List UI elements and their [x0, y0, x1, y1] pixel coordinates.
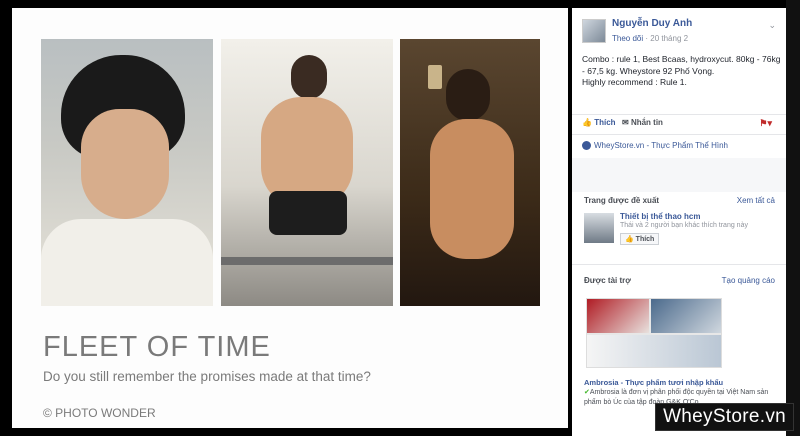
- photo-collage[interactable]: FLEET OF TIME Do you still remember the …: [12, 8, 568, 428]
- sponsored-heading: Được tài trợ: [584, 276, 631, 285]
- message-icon: ✉: [622, 118, 629, 127]
- post-text-line: Combo : rule 1, Best Bcaas, hydroxycut. …: [582, 54, 781, 76]
- like-label: Thích: [594, 118, 616, 127]
- page-link-label: WheyStore.vn - Thực Phẩm Thể Hình: [594, 141, 729, 150]
- author-name[interactable]: Nguyễn Duy Anh: [612, 18, 692, 29]
- post-sidebar: Nguyễn Duy Anh Theo dõi · 20 tháng 2 ⌄ C…: [572, 8, 786, 436]
- post-text-line: Highly recommend : Rule 1.: [582, 77, 687, 87]
- chevron-down-icon[interactable]: ⌄: [768, 20, 776, 31]
- message-button[interactable]: ✉ Nhắn tin: [622, 118, 663, 127]
- follow-link[interactable]: Theo dõi: [612, 34, 643, 43]
- thumbs-up-icon: 👍: [582, 118, 592, 127]
- suggested-like-label: Thích: [635, 236, 655, 243]
- suggested-heading: Trang được đề xuất: [584, 196, 660, 205]
- divider: [572, 264, 786, 265]
- photo-deadlift: [221, 39, 393, 306]
- thumbs-up-icon: 👍: [625, 236, 634, 243]
- suggested-page-title[interactable]: Thiết bị thể thao hcm: [620, 212, 700, 221]
- collage-credit: © PHOTO WONDER: [43, 406, 156, 420]
- suggested-page-thumbnail[interactable]: [584, 213, 614, 243]
- photo-after: [400, 39, 540, 306]
- create-ad-link[interactable]: Tạo quảng cáo: [722, 276, 775, 285]
- like-button[interactable]: 👍 Thích: [582, 118, 616, 127]
- suggested-page-meta: Thái và 2 người bạn khác thích trang này: [620, 222, 748, 229]
- divider: [572, 134, 786, 135]
- collage-title: FLEET OF TIME: [43, 331, 271, 363]
- page-link[interactable]: WheyStore.vn - Thực Phẩm Thể Hình: [582, 141, 729, 151]
- page-icon: [582, 141, 591, 151]
- ad-image[interactable]: [586, 298, 722, 368]
- post-header: Nguyễn Duy Anh Theo dõi · 20 tháng 2 ⌄: [582, 16, 778, 56]
- see-all-link[interactable]: Xem tất cả: [737, 196, 775, 205]
- post-meta: Theo dõi · 20 tháng 2: [612, 34, 688, 43]
- photo-viewer: FLEET OF TIME Do you still remember the …: [0, 0, 572, 436]
- avatar[interactable]: [582, 19, 606, 43]
- photo-before: [41, 39, 213, 306]
- divider: [572, 114, 786, 115]
- ad-title[interactable]: Ambrosia - Thực phẩm tươi nhập khẩu: [584, 378, 723, 387]
- message-label: Nhắn tin: [630, 118, 663, 127]
- window-edge: [786, 0, 800, 436]
- suggested-like-button[interactable]: 👍 Thích: [620, 233, 660, 245]
- page-flag-icon[interactable]: ⚑▾: [759, 118, 772, 129]
- post-actions: 👍 Thích ✉ Nhắn tin ⚑▾: [582, 118, 778, 132]
- collage-subtitle: Do you still remember the promises made …: [43, 369, 371, 384]
- separator-band: [572, 158, 786, 192]
- watermark-text: WheyStore.vn: [663, 406, 786, 427]
- post-time[interactable]: 20 tháng 2: [650, 34, 688, 43]
- watermark: WheyStore.vn: [655, 403, 794, 431]
- post-body: Combo : rule 1, Best Bcaas, hydroxycut. …: [582, 54, 782, 89]
